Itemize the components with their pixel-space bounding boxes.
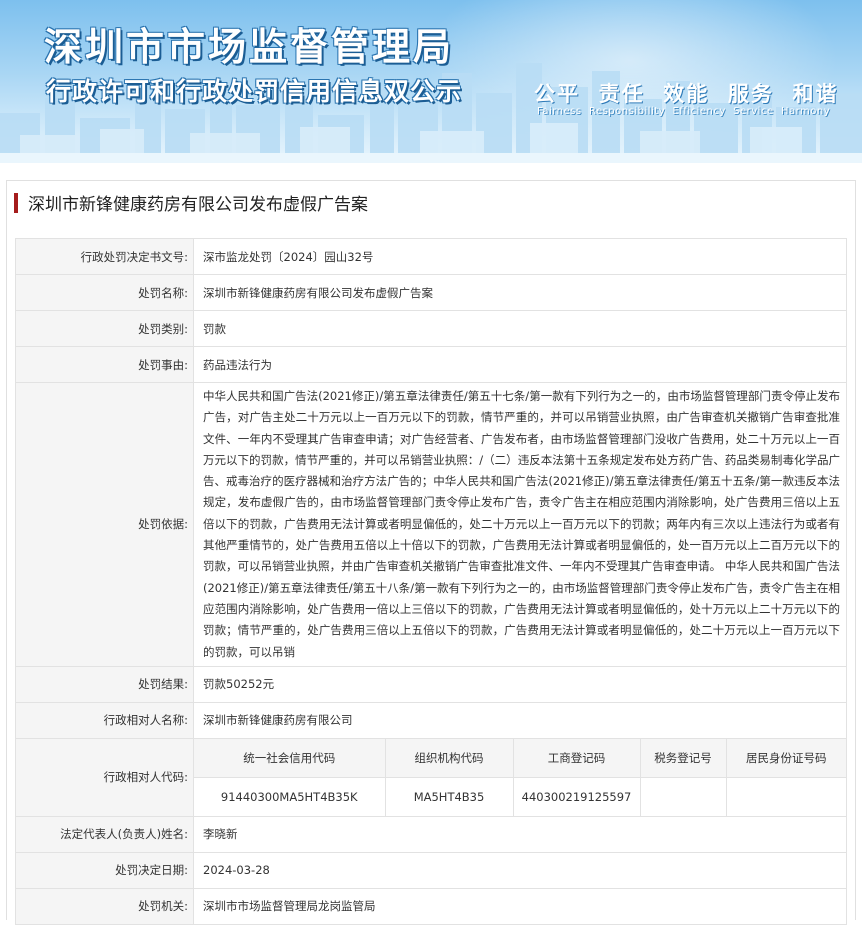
party-code-table: 统一社会信用代码 组织机构代码 工商登记码 税务登记号 居民身份证号码 9144… bbox=[194, 738, 846, 816]
header-banner: 深圳市市场监督管理局 行政许可和行政处罚信用信息双公示 公平 责任 效能 服务 … bbox=[0, 0, 862, 163]
penalty-basis-value: 中华人民共和国广告法(2021修正)/第五章法律责任/第五十七条/第一款有下列行… bbox=[193, 382, 847, 667]
code-value-row: 91440300MA5HT4B35K MA5HT4B35 44030021912… bbox=[194, 776, 846, 816]
table-row: 处罚名称: 深圳市新锋健康药房有限公司发布虚假广告案 bbox=[15, 274, 847, 311]
table-row: 处罚机关: 深圳市市场监督管理局龙岗监管局 bbox=[15, 887, 847, 925]
code-header-row: 统一社会信用代码 组织机构代码 工商登记码 税务登记号 居民身份证号码 bbox=[194, 738, 846, 778]
authority-label: 处罚机关: bbox=[15, 887, 194, 925]
table-row: 处罚类别: 罚款 bbox=[15, 310, 847, 347]
decision-date-label: 处罚决定日期: bbox=[15, 851, 194, 889]
penalty-basis-label: 处罚依据: bbox=[15, 382, 194, 667]
id-number-header: 居民身份证号码 bbox=[725, 738, 846, 778]
table-row: 处罚依据: 中华人民共和国广告法(2021修正)/第五章法律责任/第五十七条/第… bbox=[15, 382, 847, 667]
party-name-value: 深圳市新锋健康药房有限公司 bbox=[193, 701, 847, 739]
legal-rep-value: 李晓新 bbox=[193, 815, 847, 853]
table-row: 行政处罚决定书文号: 深市监龙处罚〔2024〕园山32号 bbox=[15, 238, 847, 275]
site-title: 深圳市市场监督管理局 bbox=[44, 25, 455, 69]
title-accent-bar bbox=[14, 192, 18, 213]
legal-rep-label: 法定代表人(负责人)姓名: bbox=[15, 815, 194, 853]
slogan: 公平 责任 效能 服务 和谐 bbox=[534, 82, 839, 106]
penalty-type-label: 处罚类别: bbox=[15, 310, 194, 347]
penalty-reason-label: 处罚事由: bbox=[15, 346, 194, 383]
tax-reg-value bbox=[639, 776, 727, 816]
penalty-reason-value: 药品违法行为 bbox=[193, 346, 847, 383]
table-row: 处罚结果: 罚款50252元 bbox=[15, 665, 847, 703]
table-row: 处罚决定日期: 2024-03-28 bbox=[15, 851, 847, 889]
slogan-english: Fairness Responsibility Efficiency Servi… bbox=[537, 106, 831, 117]
tax-reg-header: 税务登记号 bbox=[639, 738, 727, 778]
penalty-type-value: 罚款 bbox=[193, 310, 847, 347]
table-row: 处罚事由: 药品违法行为 bbox=[15, 346, 847, 383]
party-name-label: 行政相对人名称: bbox=[15, 701, 194, 739]
penalty-info-table: 行政处罚决定书文号: 深市监龙处罚〔2024〕园山32号 处罚名称: 深圳市新锋… bbox=[15, 238, 847, 925]
party-code-cell: 统一社会信用代码 组织机构代码 工商登记码 税务登记号 居民身份证号码 9144… bbox=[193, 737, 847, 817]
table-row: 法定代表人(负责人)姓名: 李晓新 bbox=[15, 815, 847, 853]
decision-no-value: 深市监龙处罚〔2024〕园山32号 bbox=[193, 238, 847, 275]
case-title-text: 深圳市新锋健康药房有限公司发布虚假广告案 bbox=[28, 195, 368, 215]
org-code-value: MA5HT4B35 bbox=[384, 776, 514, 816]
case-title: 深圳市新锋健康药房有限公司发布虚假广告案 bbox=[14, 190, 368, 215]
penalty-name-value: 深圳市新锋健康药房有限公司发布虚假广告案 bbox=[193, 274, 847, 311]
authority-value: 深圳市市场监督管理局龙岗监管局 bbox=[193, 887, 847, 925]
business-reg-value: 440300219125597 bbox=[512, 776, 641, 816]
penalty-name-label: 处罚名称: bbox=[15, 274, 194, 311]
site-subtitle: 行政许可和行政处罚信用信息双公示 bbox=[46, 77, 463, 106]
org-code-header: 组织机构代码 bbox=[384, 738, 514, 778]
credit-code-header: 统一社会信用代码 bbox=[194, 738, 386, 778]
business-reg-header: 工商登记码 bbox=[512, 738, 641, 778]
decision-no-label: 行政处罚决定书文号: bbox=[15, 238, 194, 275]
credit-code-value: 91440300MA5HT4B35K bbox=[194, 776, 386, 816]
table-row: 行政相对人代码: 统一社会信用代码 组织机构代码 工商登记码 税务登记号 居民身… bbox=[15, 737, 847, 817]
id-number-value bbox=[725, 776, 846, 816]
table-row: 行政相对人名称: 深圳市新锋健康药房有限公司 bbox=[15, 701, 847, 739]
decision-date-value: 2024-03-28 bbox=[193, 851, 847, 889]
party-code-label: 行政相对人代码: bbox=[15, 737, 194, 817]
penalty-result-label: 处罚结果: bbox=[15, 665, 194, 703]
penalty-result-value: 罚款50252元 bbox=[193, 665, 847, 703]
